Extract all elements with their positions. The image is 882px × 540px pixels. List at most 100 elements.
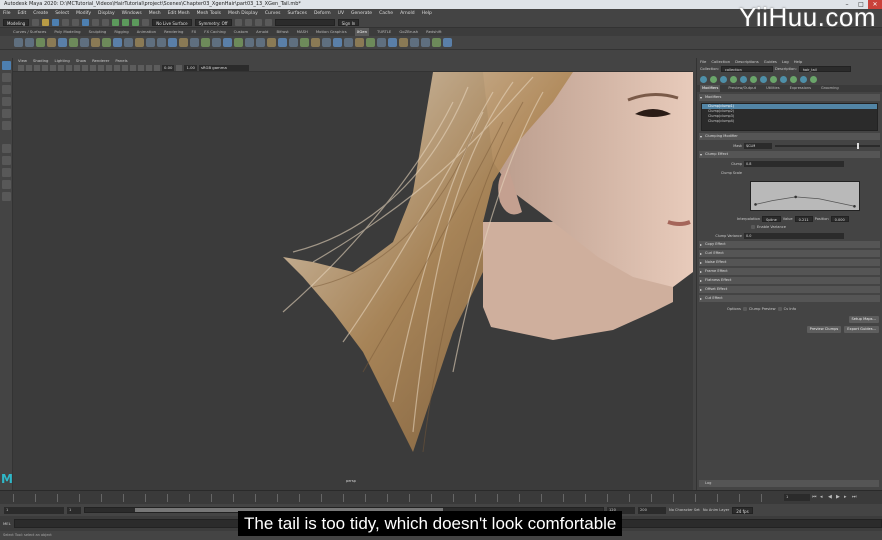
xray-icon[interactable] <box>146 64 152 71</box>
play-back-icon[interactable]: ◀ <box>828 494 834 500</box>
shadows-icon[interactable] <box>106 64 112 71</box>
play-forward-icon[interactable]: ▶ <box>836 494 842 500</box>
shelf-tool-icon[interactable] <box>146 38 155 47</box>
resolution-gate-icon[interactable] <box>66 64 72 71</box>
shelf-tool-icon[interactable] <box>91 38 100 47</box>
preview-clumps-button[interactable]: Preview Clumps <box>806 326 842 333</box>
step-forward-key-icon[interactable]: ▸ <box>844 494 850 500</box>
clump-effect-section[interactable]: Clump Effect <box>699 151 880 158</box>
menu-windows[interactable]: Windows <box>122 9 142 18</box>
snap-surface-icon[interactable] <box>142 19 150 26</box>
image-plane-icon[interactable] <box>42 64 48 71</box>
clump-preview-checkbox[interactable] <box>742 307 747 311</box>
scale-tool-icon[interactable] <box>2 121 11 130</box>
shelf-tool-icon[interactable] <box>256 38 265 47</box>
shelf-tab-fx[interactable]: FX <box>191 28 196 36</box>
shelf-tool-icon[interactable] <box>333 38 342 47</box>
shelf-tab-curves-surfaces[interactable]: Curves / Surfaces <box>13 28 46 36</box>
shelf-tool-icon[interactable] <box>157 38 166 47</box>
film-gate-icon[interactable] <box>58 64 64 71</box>
shelf-tab-rigging[interactable]: Rigging <box>114 28 128 36</box>
select-hierarchy-icon[interactable] <box>82 19 90 26</box>
camera-select-icon[interactable] <box>18 64 24 71</box>
add-guide-icon[interactable] <box>720 75 727 83</box>
shelf-tab-bifrost[interactable]: Bifrost <box>276 28 288 36</box>
shelf-tool-icon[interactable] <box>234 38 243 47</box>
clear-preview-icon[interactable] <box>780 75 787 83</box>
mask-field[interactable]: $CLM <box>744 142 772 149</box>
symmetry-dropdown[interactable]: Symmetry: Off <box>194 19 232 26</box>
isolate-select-icon[interactable] <box>138 64 144 71</box>
fps-dropdown[interactable]: 24 fps <box>732 506 753 514</box>
interpolation-dropdown[interactable]: Spline <box>762 216 781 222</box>
shelf-tab-sculpting[interactable]: Sculpting <box>89 28 107 36</box>
current-frame-field[interactable]: 1 <box>784 494 810 501</box>
create-collection-icon[interactable] <box>700 75 707 83</box>
section-frame-effect[interactable]: Frame Effect <box>699 268 880 275</box>
undo-icon[interactable] <box>62 19 70 26</box>
ramp-point[interactable] <box>853 204 856 208</box>
shelf-tool-icon[interactable] <box>124 38 133 47</box>
xgen-tab-grooming[interactable]: Grooming <box>819 85 841 92</box>
xray-joints-icon[interactable] <box>154 64 160 71</box>
shelf-tool-icon[interactable] <box>388 38 397 47</box>
xgen-menu-help[interactable]: Help <box>794 58 803 65</box>
section-offset-effect[interactable]: Offset Effect <box>699 286 880 293</box>
four-view-layout-icon[interactable] <box>2 168 11 177</box>
paint-select-tool-icon[interactable] <box>2 85 11 94</box>
setup-maps-button[interactable]: Setup Maps... <box>848 316 879 323</box>
shelf-tool-icon[interactable] <box>410 38 419 47</box>
go-to-end-icon[interactable]: ⏭ <box>852 494 858 500</box>
shelf-tab-fx-caching[interactable]: FX Caching <box>204 28 225 36</box>
ambient-occlusion-icon[interactable] <box>114 64 120 71</box>
menu-surfaces[interactable]: Surfaces <box>287 9 307 18</box>
ramp-point[interactable] <box>794 195 797 199</box>
shelf-tool-icon[interactable] <box>190 38 199 47</box>
side-by-side-layout-icon[interactable] <box>2 180 11 189</box>
shelf-tab-xgen[interactable]: XGen <box>354 28 370 36</box>
menu-uv[interactable]: UV <box>338 9 344 18</box>
shelf-tool-icon[interactable] <box>201 38 210 47</box>
wireframe-icon[interactable] <box>74 64 80 71</box>
xgen-menu-collection[interactable]: Collection <box>711 58 730 65</box>
shelf-tab-arnold[interactable]: Arnold <box>256 28 268 36</box>
select-tool-icon[interactable] <box>2 61 11 70</box>
mask-slider[interactable] <box>775 142 880 149</box>
cv-info-checkbox[interactable] <box>777 307 782 311</box>
live-surface-field[interactable]: No Live Surface <box>152 19 192 26</box>
menu-mesh-tools[interactable]: Mesh Tools <box>197 9 221 18</box>
save-scene-icon[interactable] <box>52 19 60 26</box>
shelf-tab-custom[interactable]: Custom <box>234 28 249 36</box>
menu-mesh[interactable]: Mesh <box>149 9 161 18</box>
viewport-persp[interactable]: persp <box>13 72 693 490</box>
grid-toggle-icon[interactable] <box>50 64 56 71</box>
shelf-tab-poly-modeling[interactable]: Poly Modeling <box>54 28 80 36</box>
bookmark-icon[interactable] <box>34 64 40 71</box>
enable-variance-checkbox[interactable] <box>751 225 755 229</box>
xgen-menu-log[interactable]: Log <box>782 58 789 65</box>
xgen-tab-utilities[interactable]: Utilities <box>764 85 782 92</box>
shelf-tool-icon[interactable] <box>212 38 221 47</box>
xgen-groom-icon[interactable] <box>2 144 11 153</box>
anim-end-field[interactable]: 200 <box>638 506 666 514</box>
menu-edit[interactable]: Edit <box>18 9 27 18</box>
section-cut-effect[interactable]: Cut Effect <box>699 295 880 302</box>
ipr-render-icon[interactable] <box>244 19 252 26</box>
character-set-dropdown[interactable]: No Character Set <box>669 508 700 512</box>
shelf-tab-redshift[interactable]: Redshift <box>426 28 441 36</box>
shelf-tool-icon[interactable] <box>399 38 408 47</box>
shelf-tool-icon[interactable] <box>344 38 353 47</box>
menu-curves[interactable]: Curves <box>265 9 281 18</box>
lights-icon[interactable] <box>98 64 104 71</box>
shelf-tool-icon[interactable] <box>36 38 45 47</box>
camera-attributes-icon[interactable] <box>26 64 32 71</box>
select-guide-icon[interactable] <box>730 75 737 83</box>
shelf-tool-icon[interactable] <box>421 38 430 47</box>
section-copy-effect[interactable]: Copy Effect <box>699 241 880 248</box>
xgen-tab-preview-output[interactable]: Preview/Output <box>726 85 758 92</box>
shelf-tool-icon[interactable] <box>377 38 386 47</box>
shelf-tool-icon[interactable] <box>135 38 144 47</box>
menu-deform[interactable]: Deform <box>314 9 331 18</box>
clump-field[interactable]: 0.8 <box>744 160 844 167</box>
value-field[interactable]: 0.211 <box>794 216 813 222</box>
